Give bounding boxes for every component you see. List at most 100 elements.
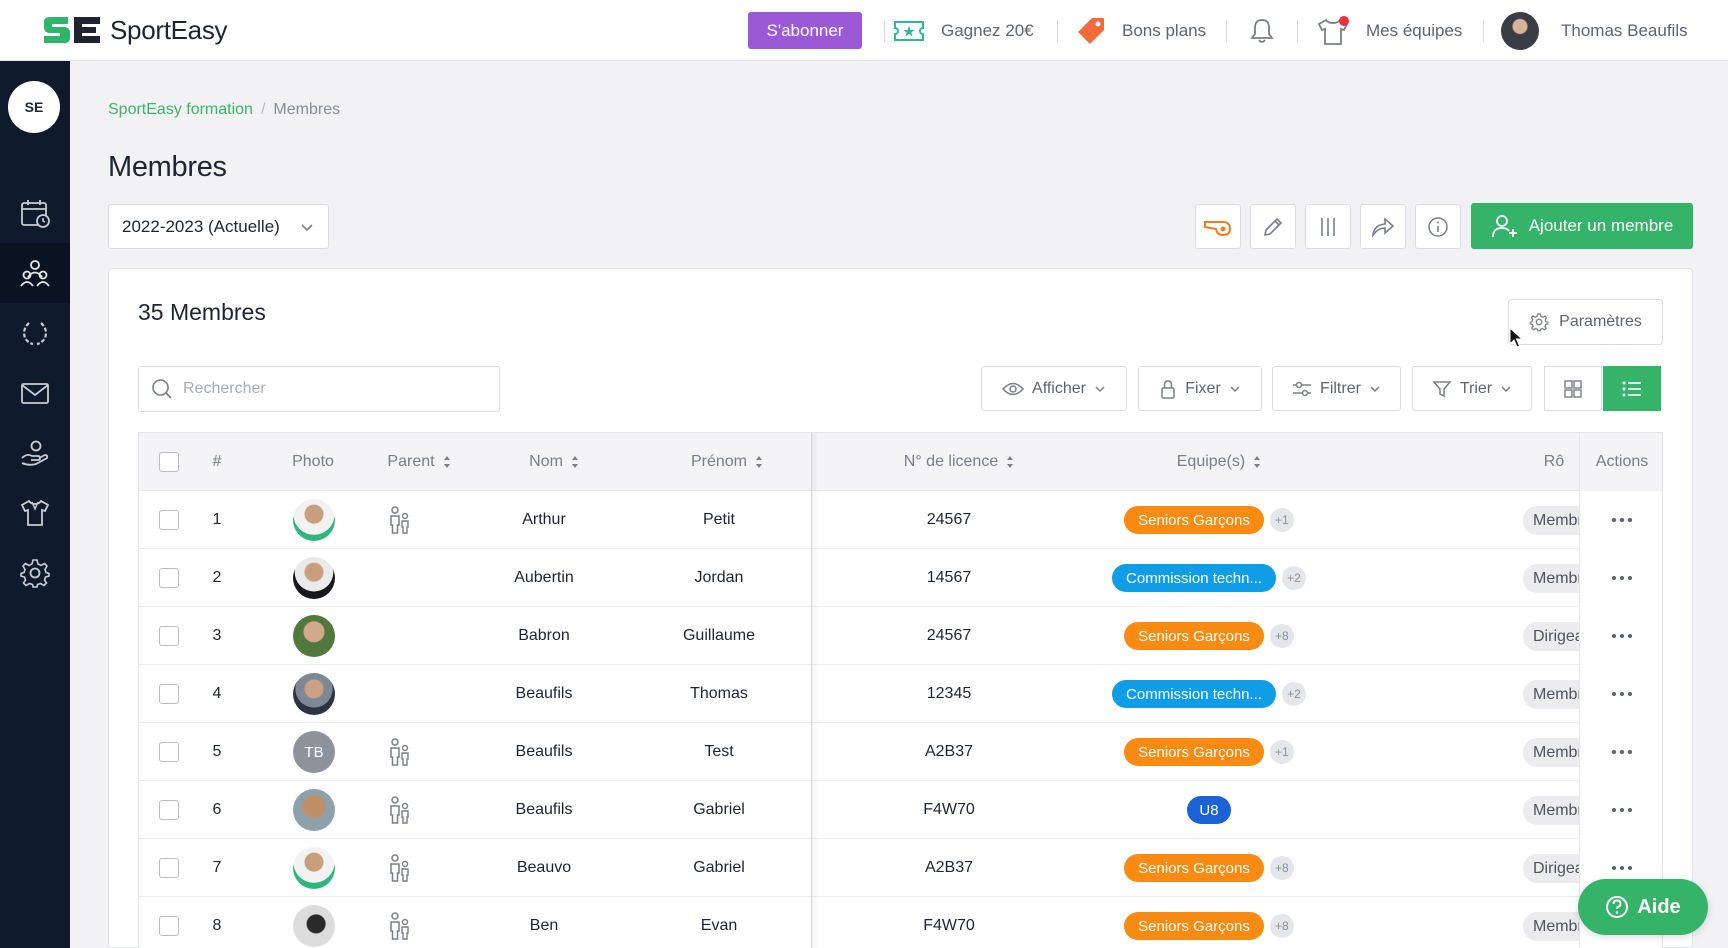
add-member-button[interactable]: Ajouter un membre — [1471, 203, 1693, 249]
team-badge[interactable]: Seniors Garçons — [1124, 622, 1264, 650]
notifications-button[interactable] — [1249, 12, 1291, 50]
list-view-button[interactable] — [1603, 366, 1661, 411]
table-row[interactable]: 6 Beaufils Gabriel F4W70 U8 Membre — [139, 781, 1662, 839]
sidebar-item-competitions[interactable] — [0, 303, 70, 363]
grid-view-button[interactable] — [1544, 366, 1602, 411]
season-select[interactable]: 2022-2023 (Actuelle) — [108, 204, 329, 249]
breadcrumb-parent-link[interactable]: SportEasy formation — [108, 101, 253, 118]
row-checkbox[interactable] — [159, 626, 179, 646]
last-name[interactable]: Beaufils — [464, 781, 624, 839]
help-button[interactable]: Aide — [1578, 879, 1708, 935]
member-avatar[interactable] — [293, 789, 335, 831]
last-name[interactable]: Ben — [464, 897, 624, 948]
row-checkbox[interactable] — [159, 742, 179, 762]
first-name[interactable]: Evan — [639, 897, 799, 948]
club-logo[interactable]: SE — [8, 81, 60, 133]
sidebar-item-messages[interactable] — [0, 363, 70, 423]
sidebar-item-members[interactable] — [0, 243, 70, 303]
more-teams-badge[interactable]: +1 — [1269, 508, 1294, 532]
earn-link[interactable]: Gagnez 20€ — [893, 12, 1034, 50]
row-checkbox[interactable] — [159, 858, 179, 878]
member-avatar[interactable] — [293, 499, 335, 541]
row-actions-button[interactable] — [1580, 491, 1662, 549]
more-teams-badge[interactable]: +8 — [1269, 914, 1294, 938]
last-name[interactable]: Beaufils — [464, 665, 624, 723]
sidebar-item-settings[interactable] — [0, 543, 70, 603]
member-avatar[interactable] — [293, 615, 335, 657]
show-dropdown[interactable]: Afficher — [981, 366, 1127, 411]
info-button[interactable] — [1415, 204, 1461, 249]
row-actions-button[interactable] — [1580, 549, 1662, 607]
sidebar-item-calendar[interactable] — [0, 183, 70, 243]
pin-dropdown[interactable]: Fixer — [1138, 366, 1262, 411]
first-name[interactable]: Thomas — [639, 665, 799, 723]
team-badge[interactable]: U8 — [1187, 796, 1231, 824]
team-badge[interactable]: Commission techn... — [1112, 680, 1276, 708]
member-avatar[interactable] — [293, 905, 335, 947]
row-actions-button[interactable] — [1580, 607, 1662, 665]
row-actions-button[interactable] — [1580, 665, 1662, 723]
select-all-checkbox[interactable] — [159, 452, 179, 472]
table-row[interactable]: 3 Babron Guillaume 24567 Seniors Garçons +8 Di… — [139, 607, 1662, 665]
team-badge[interactable]: Seniors Garçons — [1124, 912, 1264, 940]
columns-button[interactable] — [1305, 204, 1351, 249]
list-icon — [1622, 381, 1641, 396]
sporteasy-logo[interactable]: SportEasy — [42, 14, 228, 46]
my-teams-link[interactable]: Mes équipes — [1316, 12, 1462, 50]
member-avatar[interactable]: TB — [293, 731, 335, 773]
settings-button[interactable]: Paramètres — [1508, 299, 1663, 345]
first-name[interactable]: Jordan — [639, 549, 799, 607]
subscribe-button[interactable]: S'abonner — [748, 12, 862, 49]
edit-button[interactable] — [1250, 204, 1296, 249]
member-avatar[interactable] — [293, 847, 335, 889]
last-name[interactable]: Beaufils — [464, 723, 624, 781]
table-row[interactable]: 5 TB Beaufils Test A2B37 Seniors Garçons +1 Mem… — [139, 723, 1662, 781]
table-row[interactable]: 2 Aubertin Jordan 14567 Commission techn... +… — [139, 549, 1662, 607]
search-input[interactable] — [183, 380, 483, 398]
user-menu[interactable]: Thomas Beaufils — [1501, 12, 1688, 50]
last-name[interactable]: Babron — [464, 607, 624, 665]
team-badge[interactable]: Seniors Garçons — [1124, 854, 1264, 882]
last-name[interactable]: Arthur — [464, 491, 624, 549]
whistle-button[interactable] — [1195, 204, 1241, 249]
row-checkbox[interactable] — [159, 800, 179, 820]
filter-dropdown[interactable]: Filtrer — [1272, 366, 1401, 411]
column-header-last-name[interactable]: Nom — [499, 433, 609, 491]
table-row[interactable]: 1 Arthur Petit 24567 Seniors Garçons +1 Membre — [139, 491, 1662, 549]
row-checkbox[interactable] — [159, 510, 179, 530]
first-name[interactable]: Petit — [639, 491, 799, 549]
first-name[interactable]: Gabriel — [639, 781, 799, 839]
team-badge[interactable]: Seniors Garçons — [1124, 738, 1264, 766]
column-header-first-name[interactable]: Prénom — [667, 433, 787, 491]
row-checkbox[interactable] — [159, 916, 179, 936]
first-name[interactable]: Guillaume — [639, 607, 799, 665]
sort-dropdown[interactable]: Trier — [1412, 366, 1532, 411]
more-teams-badge[interactable]: +2 — [1281, 566, 1306, 590]
member-avatar[interactable] — [293, 673, 335, 715]
row-checkbox[interactable] — [159, 568, 179, 588]
table-row[interactable]: 4 Beaufils Thomas 12345 Commission techn... +… — [139, 665, 1662, 723]
row-actions-button[interactable] — [1580, 781, 1662, 839]
more-teams-badge[interactable]: +8 — [1269, 856, 1294, 880]
team-badge[interactable]: Seniors Garçons — [1124, 506, 1264, 534]
more-teams-badge[interactable]: +2 — [1281, 682, 1306, 706]
first-name[interactable]: Test — [639, 723, 799, 781]
row-actions-button[interactable] — [1580, 723, 1662, 781]
share-button[interactable] — [1360, 204, 1406, 249]
sidebar-item-shop[interactable] — [0, 483, 70, 543]
sidebar-item-payments[interactable] — [0, 423, 70, 483]
last-name[interactable]: Beauvo — [464, 839, 624, 897]
last-name[interactable]: Aubertin — [464, 549, 624, 607]
team-badge[interactable]: Commission techn... — [1112, 564, 1276, 592]
deals-link[interactable]: Bons plans — [1076, 12, 1206, 50]
table-row[interactable]: 8 Ben Evan F4W70 Seniors Garçons +8 Membre — [139, 897, 1662, 948]
column-header-teams[interactable]: Equipe(s) — [1149, 433, 1289, 491]
more-teams-badge[interactable]: +1 — [1269, 740, 1294, 764]
column-header-license[interactable]: N° de licence — [879, 433, 1039, 491]
more-teams-badge[interactable]: +8 — [1269, 624, 1294, 648]
first-name[interactable]: Gabriel — [639, 839, 799, 897]
member-avatar[interactable] — [293, 557, 335, 599]
column-header-parent[interactable]: Parent — [364, 433, 474, 491]
row-checkbox[interactable] — [159, 684, 179, 704]
table-row[interactable]: 7 Beauvo Gabriel A2B37 Seniors Garçons +8 Diri… — [139, 839, 1662, 897]
